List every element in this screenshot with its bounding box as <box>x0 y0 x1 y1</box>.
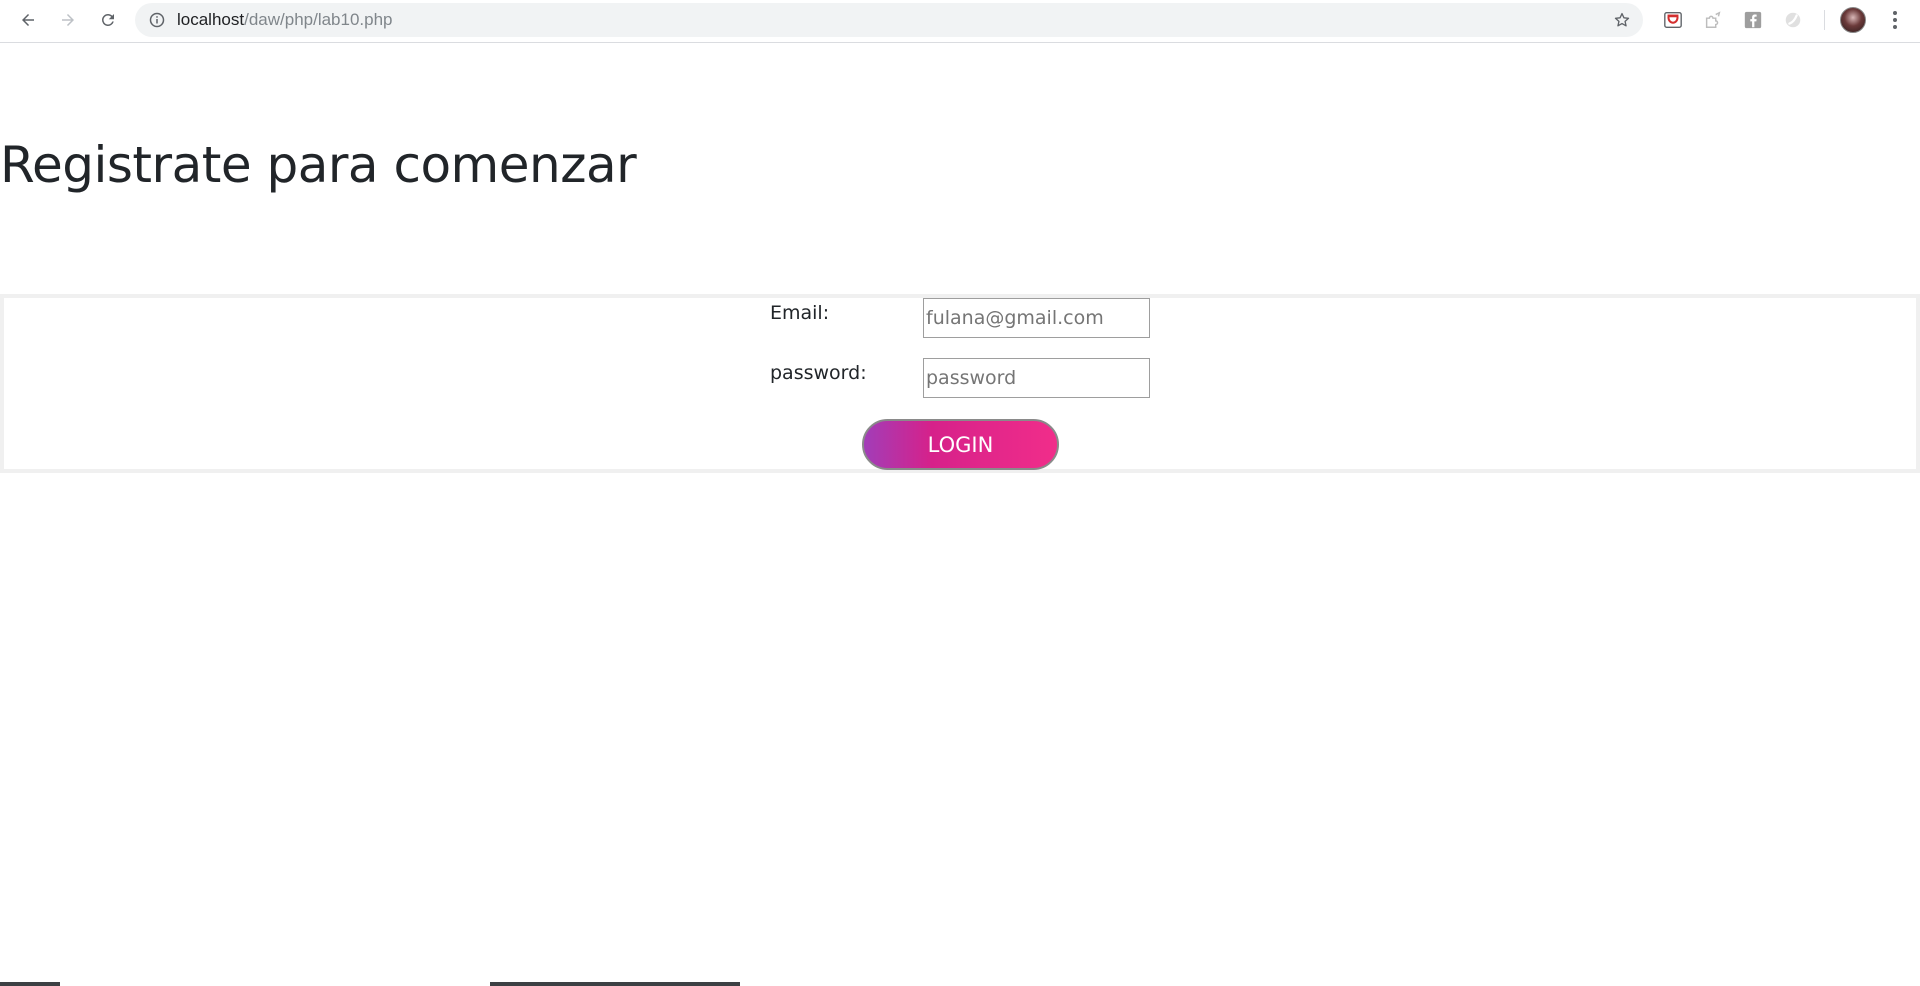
grey-extension-icon[interactable] <box>1782 9 1804 31</box>
forward-arrow-icon <box>62 14 74 26</box>
profile-avatar[interactable] <box>1840 7 1866 33</box>
browser-toolbar: localhost/daw/php/lab10.php <box>0 0 1920 43</box>
reload-icon <box>101 13 114 26</box>
bottom-edge <box>0 982 1920 986</box>
facebook-extension-icon[interactable] <box>1742 9 1764 31</box>
password-label: password: <box>770 362 867 384</box>
back-button[interactable] <box>14 6 42 34</box>
address-bar[interactable]: localhost/daw/php/lab10.php <box>135 3 1643 37</box>
bottom-edge-segment <box>0 982 60 986</box>
url-text: localhost/daw/php/lab10.php <box>177 10 393 30</box>
back-arrow-icon <box>22 14 34 26</box>
url-host: localhost <box>177 10 245 29</box>
toolbar-divider <box>1824 10 1825 30</box>
login-button[interactable]: LOGIN <box>862 419 1059 470</box>
password-field[interactable] <box>923 358 1150 398</box>
email-label: Email: <box>770 302 830 324</box>
reload-button[interactable] <box>94 6 122 34</box>
bottom-edge-segment <box>490 982 740 986</box>
pocket-extension-icon[interactable] <box>1662 9 1684 31</box>
more-vert-icon[interactable] <box>1884 9 1906 31</box>
info-icon[interactable] <box>149 12 165 28</box>
puzzle-extension-icon[interactable] <box>1702 9 1724 31</box>
email-field[interactable] <box>923 298 1150 338</box>
page-title: Registrate para comenzar <box>0 136 637 194</box>
forward-button[interactable] <box>54 6 82 34</box>
url-path: /daw/php/lab10.php <box>244 10 393 29</box>
star-icon[interactable] <box>1613 11 1631 29</box>
